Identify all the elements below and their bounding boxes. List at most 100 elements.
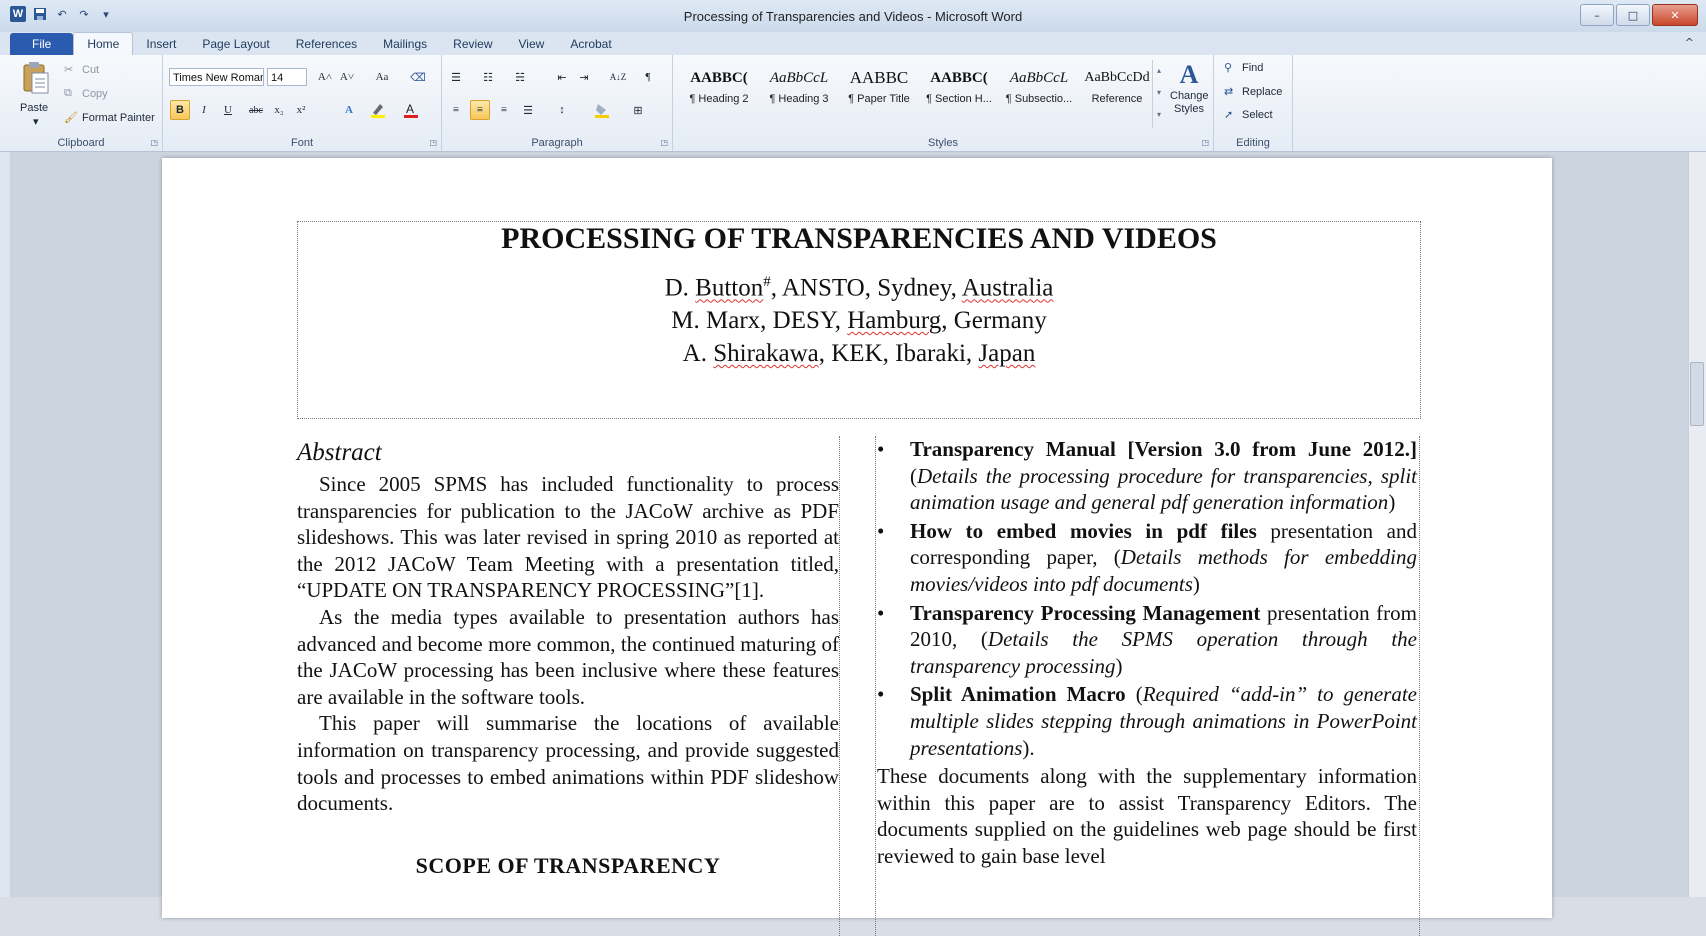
- cut-icon[interactable]: ✂: [64, 63, 73, 76]
- tab-references[interactable]: References: [283, 33, 370, 55]
- author-post: , KEK, Ibaraki,: [818, 340, 979, 367]
- tab-insert[interactable]: Insert: [133, 33, 189, 55]
- window-controls: – □ ✕: [1580, 4, 1698, 26]
- change-case-button[interactable]: Aa: [372, 67, 392, 87]
- font-name-box[interactable]: Times New Roman: [169, 68, 264, 86]
- paragraph-group: ☰ ☷ ☵ ⇤ ⇥ A↓Z ¶ ≡ ≡ ≡ ☰ ↕ ⊞ Paragraph ◳: [442, 55, 673, 151]
- bold-button[interactable]: B: [170, 100, 190, 120]
- style-name: ¶ Heading 3: [769, 93, 829, 105]
- list-item-end: ).: [1022, 735, 1035, 760]
- abstract-heading: Abstract: [297, 439, 382, 466]
- style-sample: AaBbCcL: [1009, 70, 1069, 86]
- italic-button[interactable]: I: [194, 100, 214, 120]
- bullets-icon[interactable]: ☰: [446, 67, 466, 87]
- tab-mailings[interactable]: Mailings: [370, 33, 440, 55]
- maximize-button[interactable]: □: [1616, 4, 1650, 26]
- select-icon[interactable]: ➚: [1224, 108, 1233, 121]
- list-item-bold: Transparency Processing Management: [910, 600, 1261, 625]
- style-heading-2[interactable]: AABBC( ¶ Heading 2: [680, 63, 758, 121]
- author-name: Shirakawa: [713, 340, 819, 367]
- change-styles-button[interactable]: A Change Styles: [1170, 60, 1209, 130]
- format-painter-button[interactable]: Format Painter: [82, 112, 155, 124]
- format-painter-icon[interactable]: 🖌: [64, 111, 78, 124]
- abstract-paragraph-1: Since 2005 SPMS has included functionali…: [297, 472, 839, 603]
- collapse-ribbon-icon[interactable]: ^: [1685, 36, 1694, 49]
- style-paper-title[interactable]: AABBC ¶ Paper Title: [840, 63, 918, 121]
- paste-button[interactable]: Paste: [20, 102, 48, 114]
- tab-acrobat[interactable]: Acrobat: [557, 33, 624, 55]
- list-item-bold: Transparency Manual [Version 3.0 from Ju…: [910, 437, 1417, 461]
- editing-group: ⚲ Find ⇄ Replace ➚ Select Editing: [1214, 55, 1293, 151]
- shrink-font-button[interactable]: A˅: [337, 67, 357, 87]
- justify-icon[interactable]: ☰: [518, 100, 538, 120]
- vertical-scrollbar[interactable]: [1688, 152, 1706, 897]
- copy-button[interactable]: Copy: [82, 88, 108, 100]
- numbering-icon[interactable]: ☷: [478, 67, 498, 87]
- editing-label: Editing: [1236, 137, 1270, 149]
- show-formatting-button[interactable]: ¶: [638, 67, 658, 87]
- author-place: Australia: [961, 274, 1054, 302]
- document-page[interactable]: PROCESSING OF TRANSPARENCIES AND VIDEOS …: [162, 158, 1552, 936]
- find-button[interactable]: Find: [1242, 62, 1263, 74]
- find-icon[interactable]: ⚲: [1224, 61, 1232, 74]
- sort-button[interactable]: A↓Z: [608, 67, 628, 87]
- underline-button[interactable]: U: [218, 100, 238, 120]
- list-item: Transparency Processing Management prese…: [877, 600, 1417, 680]
- styles-launcher-icon[interactable]: ◳: [1201, 138, 1209, 147]
- subscript-button[interactable]: x₂: [269, 100, 289, 120]
- scrollbar-thumb[interactable]: [1690, 362, 1704, 426]
- clear-formatting-icon[interactable]: ⌫: [408, 67, 428, 87]
- text-effects-icon[interactable]: A: [339, 100, 359, 120]
- copy-icon[interactable]: ⧉: [64, 87, 72, 100]
- close-button[interactable]: ✕: [1652, 4, 1698, 26]
- author-line-3: A. Shirakawa, KEK, Ibaraki, Japan: [298, 340, 1420, 368]
- borders-icon[interactable]: ⊞: [628, 100, 648, 120]
- author-post: , ANSTO, Sydney,: [770, 274, 962, 302]
- multilevel-list-icon[interactable]: ☵: [510, 67, 530, 87]
- styles-label: Styles: [928, 137, 958, 149]
- style-reference[interactable]: AaBbCcDd Reference: [1078, 63, 1156, 121]
- author-pre: D.: [664, 274, 696, 302]
- replace-icon[interactable]: ⇄: [1224, 85, 1233, 98]
- align-right-icon[interactable]: ≡: [494, 100, 514, 120]
- font-color-icon[interactable]: A: [401, 100, 421, 120]
- minimize-button[interactable]: –: [1580, 4, 1614, 26]
- tab-review[interactable]: Review: [440, 33, 505, 55]
- line-spacing-icon[interactable]: ↕: [552, 100, 572, 120]
- tab-home[interactable]: Home: [73, 32, 134, 55]
- style-subsection[interactable]: AaBbCcL ¶ Subsectio...: [1000, 63, 1078, 121]
- cut-button[interactable]: Cut: [82, 64, 99, 76]
- tab-page-layout[interactable]: Page Layout: [189, 33, 282, 55]
- style-heading-3[interactable]: AaBbCcL ¶ Heading 3: [760, 63, 838, 121]
- highlight-icon[interactable]: [368, 100, 388, 120]
- paper-title: PROCESSING OF TRANSPARENCIES AND VIDEOS: [501, 222, 1217, 255]
- decrease-indent-icon[interactable]: ⇤: [552, 67, 572, 87]
- style-name: ¶ Subsectio...: [1005, 93, 1073, 105]
- paste-icon[interactable]: [20, 61, 56, 101]
- styles-scroll[interactable]: ▴ ▾ ▾: [1152, 60, 1165, 128]
- tab-view[interactable]: View: [506, 33, 558, 55]
- clipboard-launcher-icon[interactable]: ◳: [150, 138, 158, 147]
- align-left-icon[interactable]: ≡: [446, 100, 466, 120]
- font-launcher-icon[interactable]: ◳: [429, 138, 437, 147]
- strikethrough-button[interactable]: abc: [246, 100, 266, 120]
- list-item: Transparency Manual [Version 3.0 from Ju…: [877, 436, 1417, 516]
- shading-icon[interactable]: [592, 100, 612, 120]
- section-heading: SCOPE OF TRANSPARENCY: [415, 852, 721, 878]
- window-title: Processing of Transparencies and Videos …: [683, 9, 1023, 24]
- paste-dropdown-icon[interactable]: ▾: [33, 115, 39, 128]
- increase-indent-icon[interactable]: ⇥: [574, 67, 594, 87]
- style-section-heading[interactable]: AABBC( ¶ Section H...: [920, 63, 998, 121]
- superscript-button[interactable]: x²: [291, 100, 311, 120]
- select-button[interactable]: Select: [1242, 109, 1273, 121]
- left-gutter: [0, 152, 10, 897]
- style-name: ¶ Heading 2: [689, 93, 749, 105]
- replace-button[interactable]: Replace: [1242, 86, 1282, 98]
- list-item-bold: How to embed movies in pdf files: [910, 518, 1257, 543]
- align-center-icon[interactable]: ≡: [470, 100, 490, 120]
- list-item: How to embed movies in pdf files present…: [877, 518, 1417, 598]
- paragraph-launcher-icon[interactable]: ◳: [660, 138, 668, 147]
- font-size-box[interactable]: 14: [267, 68, 307, 86]
- tab-file[interactable]: File: [10, 33, 74, 55]
- grow-font-button[interactable]: A˄: [315, 67, 335, 87]
